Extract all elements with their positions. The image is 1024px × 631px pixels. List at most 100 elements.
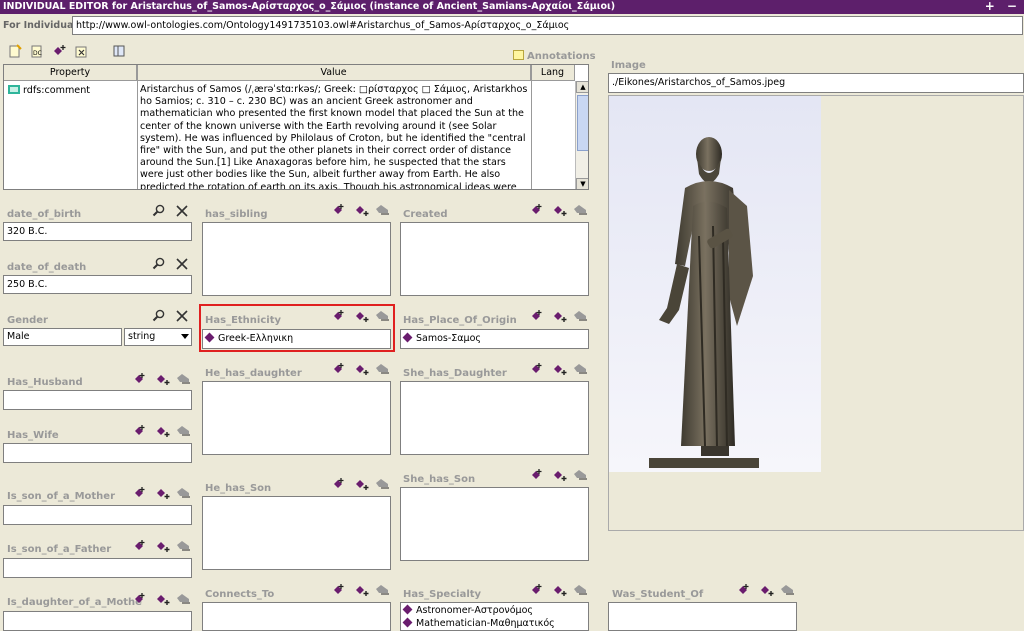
date-of-birth-field[interactable]: 320 B.C. bbox=[3, 222, 192, 241]
create-value-icon[interactable] bbox=[152, 372, 174, 386]
slot-tools-was-student-of bbox=[736, 583, 796, 597]
she-has-daughter-list[interactable] bbox=[400, 381, 589, 455]
has-specialty-list[interactable]: Astronomer-Αστρονόμος Mathematician-Μαθη… bbox=[400, 602, 589, 631]
create-value-icon[interactable] bbox=[549, 468, 571, 482]
connects-to-list[interactable] bbox=[202, 602, 391, 631]
has-husband-field[interactable] bbox=[3, 390, 192, 410]
is-son-of-a-mother-field[interactable] bbox=[3, 505, 192, 525]
create-value-icon[interactable] bbox=[152, 539, 174, 553]
create-value-icon[interactable] bbox=[549, 583, 571, 597]
remove-value-icon[interactable] bbox=[174, 592, 192, 606]
add-value-icon[interactable] bbox=[132, 592, 148, 606]
remove-value-icon[interactable] bbox=[571, 203, 589, 217]
create-value-icon[interactable] bbox=[152, 592, 174, 606]
edit-document-icon[interactable]: DC bbox=[30, 44, 44, 58]
create-value-icon[interactable] bbox=[351, 583, 373, 597]
has-sibling-list[interactable] bbox=[202, 222, 391, 296]
remove-value-icon[interactable] bbox=[373, 477, 391, 491]
remove-value-icon[interactable] bbox=[174, 486, 192, 500]
create-value-icon[interactable] bbox=[152, 424, 174, 438]
remove-value-icon[interactable] bbox=[571, 309, 589, 323]
create-value-icon[interactable] bbox=[351, 203, 373, 217]
scroll-thumb[interactable] bbox=[577, 95, 588, 151]
remove-value-icon[interactable] bbox=[778, 583, 796, 597]
add-value-icon[interactable] bbox=[529, 583, 545, 597]
slot-label-was-student-of: Was_Student_Of bbox=[612, 589, 704, 600]
annotations-scrollbar[interactable]: ▲ ▼ bbox=[575, 81, 588, 189]
list-item[interactable]: Mathematician-Μαθηματικός bbox=[401, 617, 588, 630]
image-label: Image bbox=[611, 60, 646, 71]
scroll-down-button[interactable]: ▼ bbox=[576, 178, 588, 189]
add-value-icon[interactable] bbox=[331, 583, 347, 597]
add-value-icon[interactable] bbox=[132, 539, 148, 553]
list-item[interactable]: Greek-Ελληνικη bbox=[203, 330, 390, 348]
he-has-son-list[interactable] bbox=[202, 496, 391, 570]
add-value-icon[interactable] bbox=[529, 309, 545, 323]
clear-icon[interactable] bbox=[175, 309, 189, 323]
table-row-property[interactable]: rdfs:comment bbox=[8, 85, 90, 96]
he-has-daughter-list[interactable] bbox=[202, 381, 391, 455]
gender-field[interactable]: Male bbox=[3, 328, 122, 346]
clear-icon[interactable] bbox=[175, 204, 189, 218]
has-ethnicity-list[interactable]: Greek-Ελληνικη bbox=[202, 329, 391, 349]
individual-uri-field[interactable]: http://www.owl-ontologies.com/Ontology14… bbox=[72, 16, 1023, 35]
create-value-icon[interactable] bbox=[351, 477, 373, 491]
add-value-icon[interactable] bbox=[331, 362, 347, 376]
add-value-icon[interactable] bbox=[132, 372, 148, 386]
remove-value-icon[interactable] bbox=[174, 424, 192, 438]
create-value-icon[interactable] bbox=[351, 309, 373, 323]
was-student-of-list[interactable] bbox=[608, 602, 797, 631]
add-value-icon[interactable] bbox=[529, 468, 545, 482]
remove-value-icon[interactable] bbox=[373, 583, 391, 597]
create-value-icon[interactable] bbox=[549, 203, 571, 217]
search-icon[interactable] bbox=[152, 204, 166, 218]
list-item[interactable]: Samos-Σαμος bbox=[401, 330, 588, 348]
remove-value-icon[interactable] bbox=[373, 203, 391, 217]
add-value-icon[interactable] bbox=[529, 203, 545, 217]
scroll-up-button[interactable]: ▲ bbox=[576, 81, 588, 93]
is-son-of-a-father-field[interactable] bbox=[3, 558, 192, 578]
column-header-value[interactable]: Value bbox=[137, 65, 531, 81]
list-item[interactable]: Astronomer-Αστρονόμος bbox=[401, 603, 588, 617]
gender-type-select[interactable]: string bbox=[124, 328, 192, 346]
add-value-icon[interactable] bbox=[736, 583, 752, 597]
she-has-son-list[interactable] bbox=[400, 487, 589, 561]
add-instance-icon[interactable] bbox=[52, 44, 66, 58]
column-header-lang[interactable]: Lang bbox=[531, 65, 575, 81]
create-value-icon[interactable] bbox=[549, 362, 571, 376]
create-value-icon[interactable] bbox=[756, 583, 778, 597]
create-value-icon[interactable] bbox=[152, 486, 174, 500]
clear-icon[interactable] bbox=[175, 257, 189, 271]
window-controls[interactable]: + − bbox=[985, 0, 1021, 13]
column-header-property[interactable]: Property bbox=[4, 65, 137, 81]
add-value-icon[interactable] bbox=[132, 486, 148, 500]
create-value-icon[interactable] bbox=[549, 309, 571, 323]
remove-value-icon[interactable] bbox=[373, 309, 391, 323]
remove-value-icon[interactable] bbox=[174, 372, 192, 386]
create-value-icon[interactable] bbox=[351, 362, 373, 376]
remove-value-icon[interactable] bbox=[571, 583, 589, 597]
slot-tools-has-specialty bbox=[529, 583, 589, 597]
remove-value-icon[interactable] bbox=[571, 362, 589, 376]
date-of-death-field[interactable]: 250 B.C. bbox=[3, 275, 192, 294]
has-wife-field[interactable] bbox=[3, 443, 192, 463]
add-value-icon[interactable] bbox=[331, 477, 347, 491]
image-path-field[interactable]: ./Eikones/Aristarchos_of_Samos.jpeg bbox=[608, 73, 1024, 93]
new-document-icon[interactable] bbox=[8, 44, 22, 58]
view-panel-icon[interactable] bbox=[112, 44, 126, 58]
slot-label-he-has-son: He_has_Son bbox=[205, 483, 272, 494]
add-value-icon[interactable] bbox=[132, 424, 148, 438]
comment-value[interactable]: Aristarchus of Samos (/ˌærəˈstɑːrkəs/; G… bbox=[140, 84, 532, 189]
add-value-icon[interactable] bbox=[331, 203, 347, 217]
add-value-icon[interactable] bbox=[331, 309, 347, 323]
has-place-of-origin-list[interactable]: Samos-Σαμος bbox=[400, 329, 589, 349]
add-value-icon[interactable] bbox=[529, 362, 545, 376]
search-icon[interactable] bbox=[152, 309, 166, 323]
remove-value-icon[interactable] bbox=[373, 362, 391, 376]
remove-value-icon[interactable] bbox=[174, 539, 192, 553]
delete-instance-icon[interactable] bbox=[74, 44, 88, 58]
search-icon[interactable] bbox=[152, 257, 166, 271]
created-list[interactable] bbox=[400, 222, 589, 296]
remove-value-icon[interactable] bbox=[571, 468, 589, 482]
is-daughter-of-a-mother-field[interactable] bbox=[3, 611, 192, 631]
